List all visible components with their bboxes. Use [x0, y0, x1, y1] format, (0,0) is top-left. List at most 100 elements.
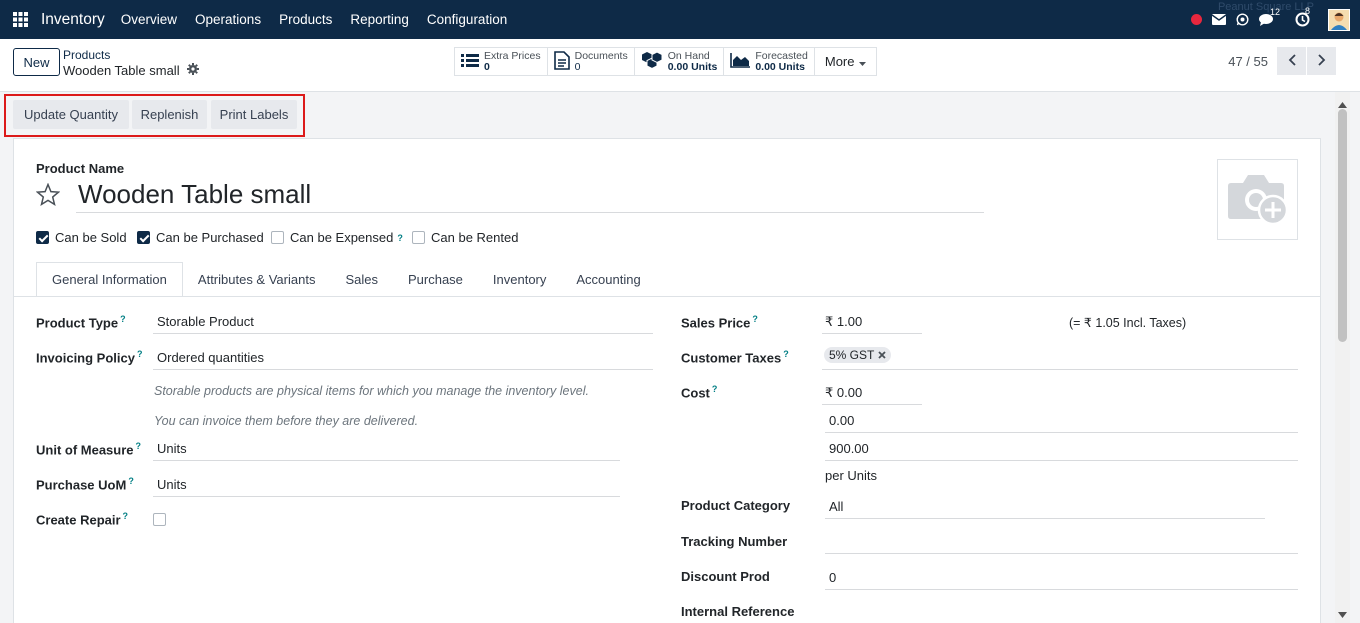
mail-icon[interactable] — [1212, 14, 1226, 25]
caret-down-icon — [859, 54, 867, 69]
menu-operations[interactable]: Operations — [186, 12, 270, 27]
extra-prices-button[interactable]: Extra Prices 0 — [455, 48, 548, 75]
cost-line-3[interactable]: 900.00 — [825, 439, 1298, 461]
recording-dot-icon[interactable] — [1191, 14, 1202, 25]
cost-label: Cost? — [681, 384, 717, 400]
smart-label: Forecasted — [755, 49, 808, 62]
on-hand-button[interactable]: On Hand 0.00 Units — [635, 48, 725, 75]
purchase-uom-select[interactable]: Units — [153, 475, 620, 497]
uom-select[interactable]: Units — [153, 439, 620, 461]
invoicing-policy-select[interactable]: Ordered quantities — [153, 348, 653, 370]
tracking-input[interactable] — [825, 532, 1298, 554]
pager-previous-button[interactable] — [1277, 47, 1306, 75]
product-image-placeholder[interactable] — [1217, 159, 1298, 240]
help-tooltip-icon[interactable]: ? — [123, 511, 129, 521]
cost-label-text: Cost — [681, 385, 710, 401]
internal-ref-label: Internal Reference — [681, 604, 795, 619]
gear-icon[interactable] — [186, 63, 199, 78]
tag-remove-icon[interactable] — [878, 348, 886, 362]
checkbox-label: Can be Rented — [431, 230, 519, 245]
customer-taxes-label-text: Customer Taxes — [681, 350, 782, 366]
systray: 12 8 — [1186, 0, 1360, 39]
document-icon — [553, 50, 570, 73]
product-name-label: Product Name — [36, 161, 125, 176]
customer-taxes-field[interactable]: 5% GST — [822, 347, 1298, 370]
help-tooltip-icon[interactable]: ? — [783, 349, 789, 359]
pager-next-button[interactable] — [1307, 47, 1336, 75]
favorite-star-icon[interactable] — [35, 182, 61, 209]
breadcrumb-parent[interactable]: Products — [63, 48, 199, 62]
menu-overview[interactable]: Overview — [112, 12, 186, 27]
area-chart-icon — [730, 52, 751, 71]
per-units-text: per Units — [825, 468, 878, 483]
new-button[interactable]: New — [13, 48, 60, 76]
whatsapp-icon[interactable] — [1236, 13, 1249, 26]
discount-input[interactable]: 0 — [825, 568, 1298, 590]
app-menu-icon[interactable] — [0, 0, 40, 39]
tab-sales[interactable]: Sales — [330, 262, 393, 297]
list-icon — [461, 53, 479, 71]
product-type-label: Product Type? — [36, 314, 126, 330]
category-select[interactable]: All — [825, 497, 1265, 519]
checkbox-checked-icon — [36, 231, 49, 244]
can-be-purchased-checkbox[interactable]: Can be Purchased — [137, 230, 264, 245]
menu-products[interactable]: Products — [270, 12, 341, 27]
uom-label: Unit of Measure? — [36, 441, 141, 457]
purchase-uom-label-text: Purchase UoM — [36, 477, 127, 493]
pager-value[interactable]: 47 / 55 — [1228, 54, 1268, 69]
forecasted-button[interactable]: Forecasted 0.00 Units — [724, 48, 815, 75]
product-name-input[interactable]: Wooden Table small — [76, 179, 984, 213]
smart-value: 0 — [484, 60, 490, 73]
update-quantity-button[interactable]: Update Quantity — [13, 100, 129, 129]
notebook-tabs: General Information Attributes & Variant… — [36, 262, 656, 297]
checkbox-label: Can be Expensed — [290, 230, 394, 245]
print-labels-button[interactable]: Print Labels — [211, 100, 297, 129]
chat-icon[interactable]: 12 — [1259, 7, 1280, 27]
help-tooltip-icon[interactable]: ? — [136, 441, 142, 451]
help-tooltip-icon[interactable]: ? — [397, 233, 403, 243]
tab-general-information[interactable]: General Information — [36, 262, 183, 297]
help-tooltip-icon[interactable]: ? — [712, 384, 718, 394]
tracking-label: Tracking Number — [681, 534, 788, 549]
control-panel: New Products Wooden Table small Extra Pr… — [0, 39, 1360, 92]
smart-value: 0 — [574, 60, 581, 73]
can-be-expensed-checkbox[interactable]: Can be Expensed ? — [271, 230, 403, 245]
user-avatar[interactable] — [1328, 8, 1350, 31]
invoicing-policy-label-text: Invoicing Policy — [36, 350, 135, 366]
cubes-icon — [641, 51, 663, 72]
customer-taxes-label: Customer Taxes? — [681, 349, 789, 365]
replenish-button[interactable]: Replenish — [132, 100, 207, 129]
menu-reporting[interactable]: Reporting — [341, 12, 418, 27]
chevron-right-icon — [1317, 53, 1326, 69]
activity-clock-icon[interactable]: 8 — [1295, 6, 1310, 27]
scrollbar-thumb[interactable] — [1338, 109, 1347, 342]
sales-price-input[interactable]: ₹ 1.00 — [822, 312, 922, 334]
cost-input[interactable]: ₹ 0.00 — [822, 383, 922, 405]
tab-purchase[interactable]: Purchase — [393, 262, 478, 297]
tab-attributes-variants[interactable]: Attributes & Variants — [183, 262, 331, 297]
scrollbar[interactable] — [1335, 92, 1350, 623]
storable-note: Storable products are physical items for… — [154, 384, 589, 398]
app-title[interactable]: Inventory — [41, 11, 105, 29]
help-tooltip-icon[interactable]: ? — [137, 349, 143, 359]
documents-button[interactable]: Documents 0 — [548, 48, 635, 75]
sales-price-label: Sales Price? — [681, 314, 758, 330]
tab-accounting[interactable]: Accounting — [561, 262, 655, 297]
purchase-uom-label: Purchase UoM? — [36, 476, 134, 492]
tab-inventory[interactable]: Inventory — [478, 262, 561, 297]
scroll-down-arrow-icon[interactable] — [1338, 606, 1347, 621]
can-be-sold-checkbox[interactable]: Can be Sold — [36, 230, 127, 245]
checkbox-empty-icon — [271, 231, 284, 244]
can-be-rented-checkbox[interactable]: Can be Rented — [412, 230, 518, 245]
tax-tag: 5% GST — [824, 347, 892, 363]
smart-label: On Hand — [667, 49, 710, 62]
product-type-select[interactable]: Storable Product — [153, 312, 653, 334]
uom-label-text: Unit of Measure — [36, 442, 134, 458]
help-tooltip-icon[interactable]: ? — [752, 314, 758, 324]
cost-line-2[interactable]: 0.00 — [825, 411, 1298, 433]
help-tooltip-icon[interactable]: ? — [120, 314, 126, 324]
help-tooltip-icon[interactable]: ? — [128, 476, 134, 486]
create-repair-checkbox[interactable] — [153, 513, 166, 526]
menu-configuration[interactable]: Configuration — [418, 12, 516, 27]
more-button[interactable]: More — [815, 48, 877, 75]
